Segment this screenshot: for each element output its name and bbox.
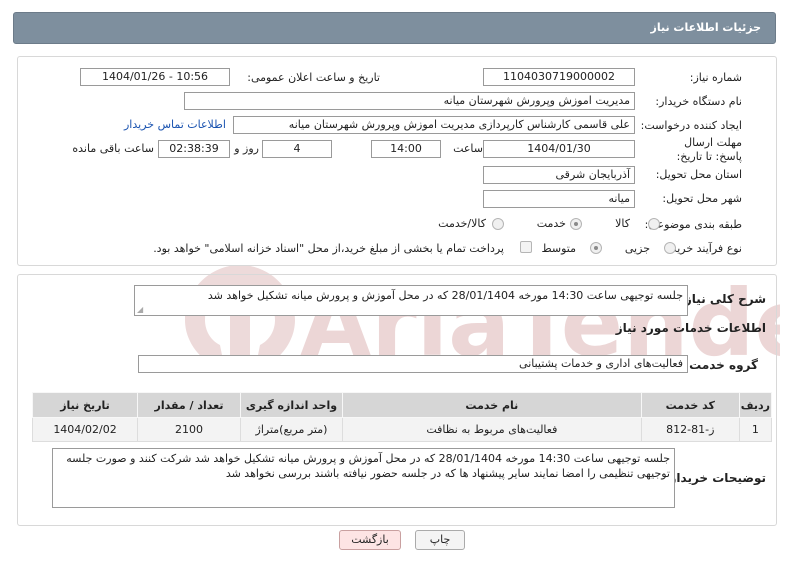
city-field[interactable]: میانه	[483, 190, 635, 208]
cell-unit: (متر مربع)متراژ	[240, 417, 343, 442]
buyer-notes-textarea[interactable]: جلسه توجیهی ساعت 14:30 مورخه 28/01/1404 …	[52, 448, 675, 508]
category-option-service: خدمت	[536, 217, 566, 230]
creator-field[interactable]: علی قاسمی کارشناس کارپردازی مدیریت اموزش…	[233, 116, 635, 134]
deadline-label: مهلت ارسال پاسخ: تا تاریخ:	[676, 136, 742, 163]
deadline-date-field[interactable]: 1404/01/30	[483, 140, 635, 158]
buyer-org-label: نام دستگاه خریدار:	[655, 95, 742, 108]
summary-textarea[interactable]: جلسه توجیهی ساعت 14:30 مورخه 28/01/1404 …	[134, 285, 688, 316]
col-service-code: کد خدمت	[640, 392, 740, 418]
category-option-both: کالا/خدمت	[438, 217, 486, 230]
need-number-label: شماره نیاز:	[689, 71, 742, 84]
cell-quantity: 2100	[137, 417, 241, 442]
process-radio-medium[interactable]	[590, 242, 602, 254]
province-label: استان محل تحویل:	[655, 168, 742, 181]
service-group-field[interactable]: فعالیت‌های اداری و خدمات پشتیبانی	[138, 355, 688, 373]
process-radio-minor[interactable]	[664, 242, 676, 254]
col-service-name: نام خدمت	[341, 392, 642, 418]
col-unit: واحد اندازه گیری	[240, 392, 343, 418]
category-radio-both[interactable]	[492, 218, 504, 230]
payment-note: پرداخت تمام یا بخشی از مبلغ خرید،از محل …	[153, 242, 504, 255]
announce-field[interactable]: 1404/01/26 - 10:56	[80, 68, 230, 86]
buyer-contact-link[interactable]: اطلاعات تماس خریدار	[124, 118, 226, 131]
city-label: شهر محل تحویل:	[662, 192, 742, 205]
service-group-label: گروه خدمت:	[684, 358, 758, 372]
creator-label: ایجاد کننده درخواست:	[640, 119, 742, 132]
remaining-time-field[interactable]: 02:38:39	[158, 140, 230, 158]
announce-value: 1404/01/26 - 10:56	[101, 70, 209, 83]
process-option-medium: متوسط	[541, 242, 576, 255]
services-table: ردیف کد خدمت نام خدمت واحد اندازه گیری ت…	[31, 392, 773, 442]
table-row: 1 ز-81-812 فعالیت‌های مربوط به نظافت (مت…	[31, 417, 773, 442]
need-number-field[interactable]: 1104030719000002	[483, 68, 635, 86]
page-header: جزئیات اطلاعات نیاز	[13, 12, 776, 44]
summary-text: جلسه توجیهی ساعت 14:30 مورخه 28/01/1404 …	[207, 289, 683, 302]
col-need-date: تاریخ نیاز	[31, 392, 139, 418]
treasury-checkbox[interactable]	[520, 241, 532, 253]
table-header-row: ردیف کد خدمت نام خدمت واحد اندازه گیری ت…	[31, 392, 773, 418]
category-option-goods: کالا	[615, 217, 630, 230]
category-radio-service[interactable]	[570, 218, 582, 230]
cell-need-date: 1404/02/02	[31, 417, 139, 442]
cell-service-name: فعالیت‌های مربوط به نظافت	[341, 417, 642, 442]
deadline-time-field[interactable]: 14:00	[371, 140, 441, 158]
remaining-label: ساعت باقی مانده	[72, 142, 154, 155]
buyer-notes-label: توضیحات خریدار:	[664, 471, 766, 485]
days-field[interactable]: 4	[262, 140, 332, 158]
deadline-time-label: ساعت	[453, 142, 483, 155]
back-button[interactable]: بازگشت	[339, 530, 401, 550]
category-radio-goods[interactable]	[648, 218, 660, 230]
print-button[interactable]: چاپ	[415, 530, 465, 550]
col-row: ردیف	[738, 392, 773, 418]
process-option-minor: جزیی	[624, 242, 650, 255]
page-title: جزئیات اطلاعات نیاز	[650, 21, 762, 34]
cell-row: 1	[738, 417, 773, 442]
announce-label: تاریخ و ساعت اعلان عمومی:	[247, 71, 380, 84]
buyer-notes-text: جلسه توجیهی ساعت 14:30 مورخه 28/01/1404 …	[66, 452, 670, 480]
days-label: روز و	[234, 142, 259, 155]
summary-label: شرح کلی نیاز:	[680, 292, 766, 306]
resize-grip-icon[interactable]: ◢	[137, 306, 143, 314]
col-quantity: تعداد / مقدار	[137, 392, 241, 418]
province-field[interactable]: آذربایجان شرقی	[483, 166, 635, 184]
cell-service-code: ز-81-812	[640, 417, 740, 442]
services-section-title: اطلاعات خدمات مورد نیاز	[615, 321, 766, 335]
buyer-org-field[interactable]: مدیریت اموزش وپرورش شهرستان میانه	[184, 92, 635, 110]
